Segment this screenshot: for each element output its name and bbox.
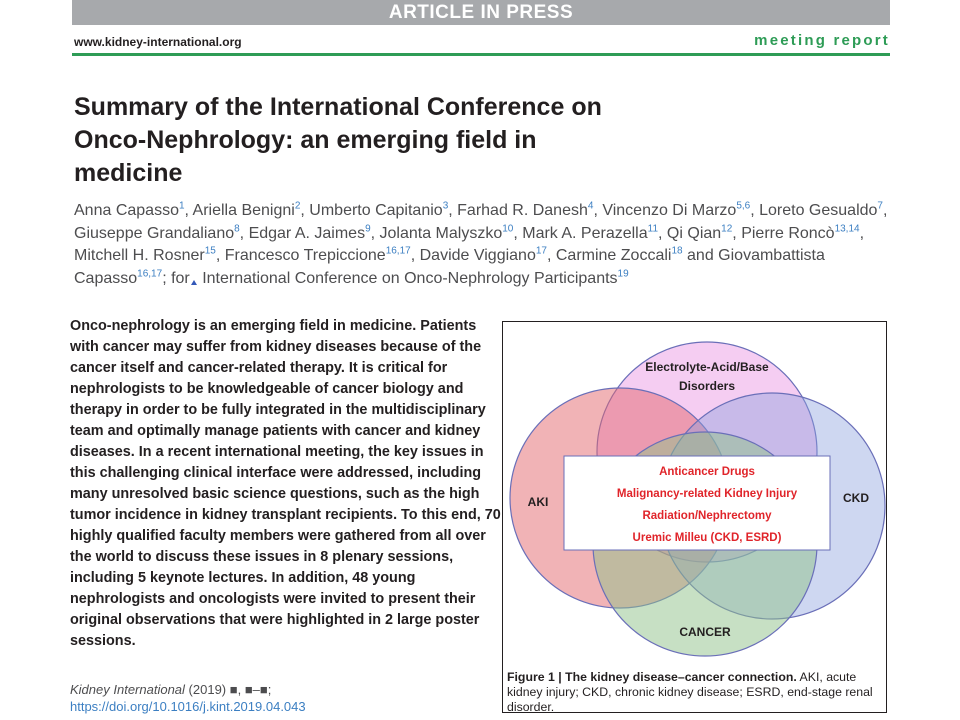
author-name: Pierre Roncò xyxy=(741,224,835,242)
author-name: Carmine Zoccali xyxy=(555,247,672,264)
figure-1: Electrolyte-Acid/Base Disorders AKI CKD … xyxy=(502,321,887,715)
author-name: Loreto Gesualdo xyxy=(759,202,878,219)
center-item-uremic-milleu: Uremic Milleu (CKD, ESRD) xyxy=(633,532,782,544)
center-item-radiation: Radiation/Nephrectomy xyxy=(642,510,772,522)
author-name: Ariella Benigni xyxy=(192,202,295,219)
author-affiliation[interactable]: 11 xyxy=(648,223,658,234)
figure-caption-label: Figure 1 | The kidney disease–cancer con… xyxy=(507,670,797,684)
author-affiliation[interactable]: 3 xyxy=(443,201,449,212)
header-divider xyxy=(72,53,890,56)
group-affiliation[interactable]: 19 xyxy=(618,268,629,279)
cancer-label: CANCER xyxy=(679,625,731,639)
figure-caption: Figure 1 | The kidney disease–cancer con… xyxy=(507,670,885,715)
author-affiliation[interactable]: 12 xyxy=(721,223,732,234)
citation-volume: ■, ■–■; xyxy=(229,682,272,697)
author-affiliation[interactable]: 9 xyxy=(365,223,371,234)
author-affiliation[interactable]: 13,14 xyxy=(835,223,860,234)
group-author: International Conference on Onco-Nephrol… xyxy=(197,269,618,287)
author-name: Davide Viggiano xyxy=(419,247,536,264)
author-affiliation[interactable]: 16,17 xyxy=(137,268,162,279)
author-affiliation[interactable]: 15 xyxy=(205,246,216,257)
doi-link[interactable]: https://doi.org/10.1016/j.kint.2019.04.0… xyxy=(70,699,306,714)
author-affiliation[interactable]: 5,6 xyxy=(736,201,750,212)
author-affiliation[interactable]: 18 xyxy=(671,246,682,257)
author-name: Mark A. Perazella xyxy=(522,224,648,242)
ckd-label: CKD xyxy=(843,491,869,505)
center-item-malignancy-injury: Malignancy-related Kidney Injury xyxy=(617,488,798,500)
citation-year: (2019) xyxy=(188,682,227,697)
abstract: Onco-nephrology is an emerging field in … xyxy=(70,318,501,649)
author-affiliation[interactable]: 4 xyxy=(588,201,594,212)
author-list: Anna Capasso1, Ariella Benigni2, Umberto… xyxy=(74,200,888,287)
article-title: Summary of the International Conference … xyxy=(74,93,602,187)
author-affiliation[interactable]: 16,17 xyxy=(386,246,411,257)
author-name: Mitchell H. Rosner xyxy=(74,247,205,264)
journal-website[interactable]: www.kidney-international.org xyxy=(74,35,242,49)
author-affiliation[interactable]: 2 xyxy=(295,201,301,212)
journal-name: Kidney International xyxy=(70,682,185,697)
citation: Kidney International (2019) ■, ■–■; http… xyxy=(70,681,470,715)
author-name: Vincenzo Di Marzo xyxy=(602,202,737,219)
author-name: Francesco Trepiccione xyxy=(224,247,386,264)
article-in-press-banner: ARTICLE IN PRESS xyxy=(72,0,890,25)
author-affiliation[interactable]: 7 xyxy=(877,201,883,212)
author-name: Edgar A. Jaimes xyxy=(248,224,366,242)
author-name: Qi Qian xyxy=(666,224,722,242)
electrolyte-label-line2: Disorders xyxy=(679,379,735,393)
author-affiliation[interactable]: 8 xyxy=(234,223,240,234)
aki-label: AKI xyxy=(528,495,549,509)
insertion-caret-icon xyxy=(190,279,197,285)
author-name: Jolanta Malyszko xyxy=(379,224,503,242)
electrolyte-label-line1: Electrolyte-Acid/Base xyxy=(645,360,769,374)
author-affiliation[interactable]: 1 xyxy=(179,201,185,212)
author-name: Giuseppe Grandaliano xyxy=(74,224,235,242)
author-name: Anna Capasso xyxy=(74,202,179,219)
section-label: meeting report xyxy=(754,32,890,49)
author-affiliation[interactable]: 17 xyxy=(536,246,547,257)
venn-diagram: Electrolyte-Acid/Base Disorders AKI CKD … xyxy=(509,341,886,657)
center-item-anticancer-drugs: Anticancer Drugs xyxy=(659,466,755,478)
author-affiliation[interactable]: 10 xyxy=(502,223,513,234)
author-name: Farhad R. Danesh xyxy=(457,202,588,219)
author-name: Umberto Capitanio xyxy=(309,202,443,219)
